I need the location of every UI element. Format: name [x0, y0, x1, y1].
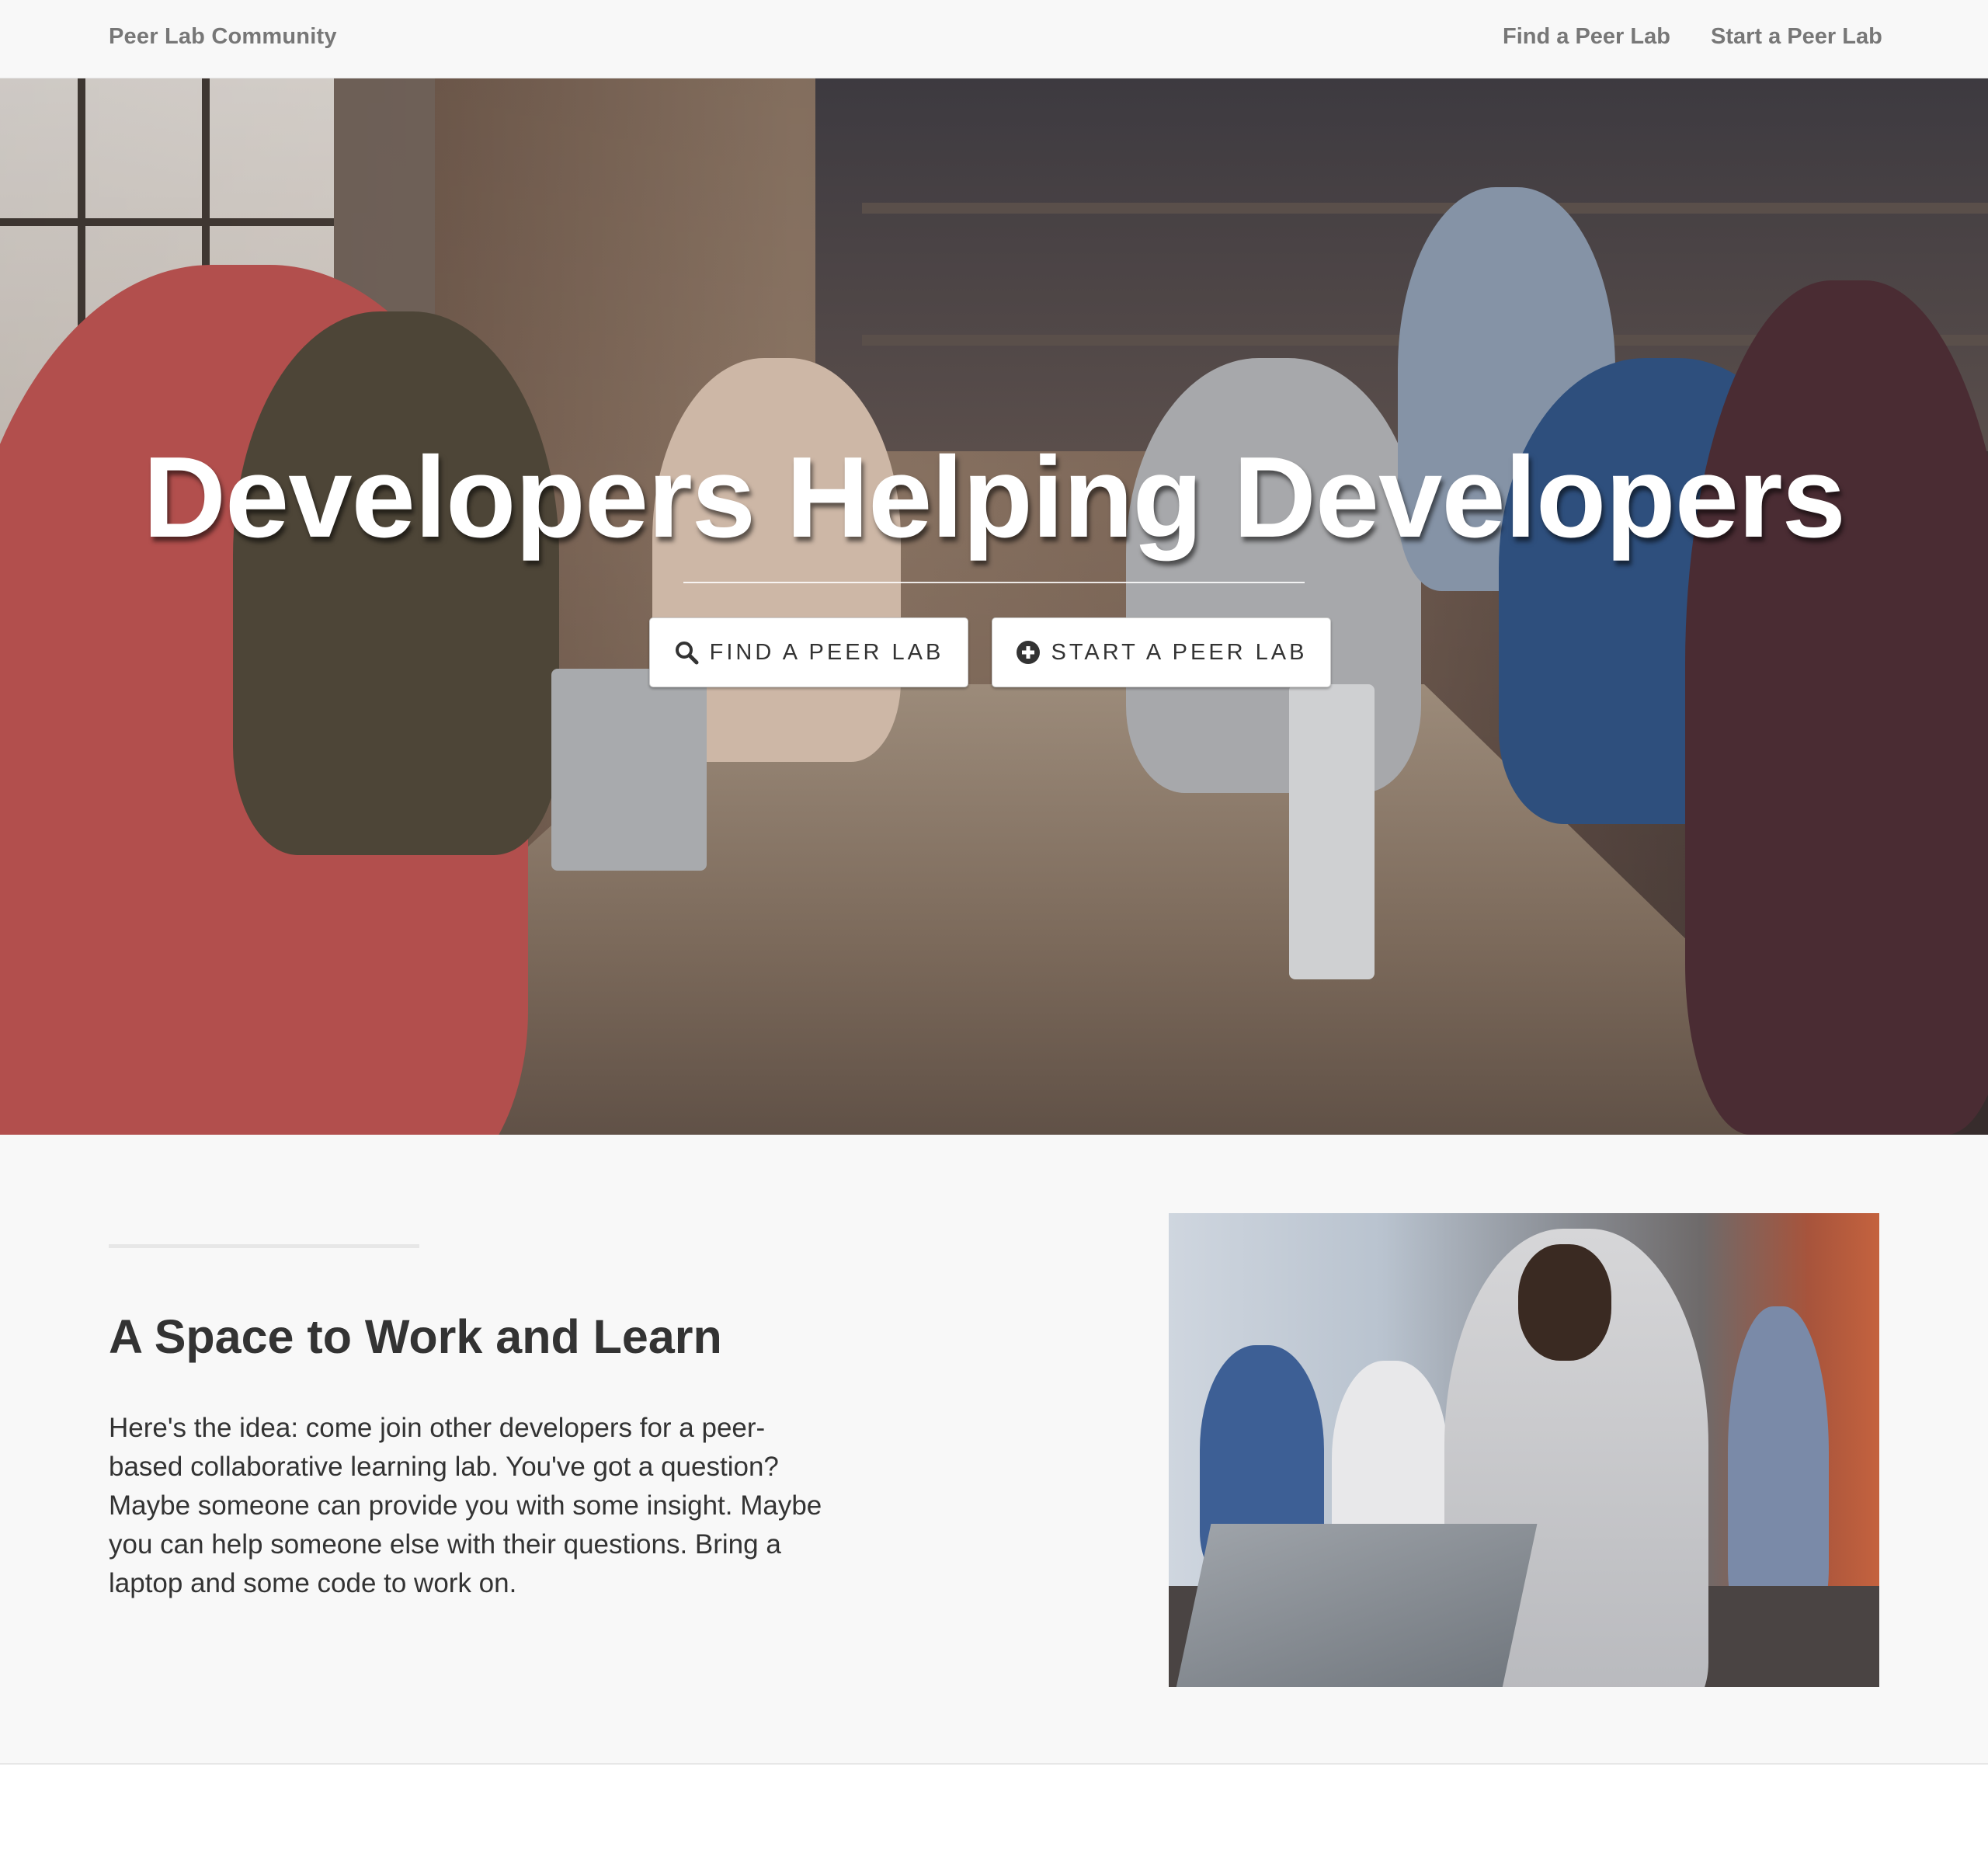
find-peer-lab-label: FIND A PEER LAB — [709, 639, 944, 665]
nav-start-peer-lab[interactable]: Start a Peer Lab — [1711, 24, 1882, 50]
start-peer-lab-label: START A PEER LAB — [1051, 639, 1308, 665]
find-peer-lab-button[interactable]: FIND A PEER LAB — [649, 617, 968, 687]
hero-laptop — [1289, 684, 1375, 979]
hero-laptop — [551, 669, 707, 871]
hero-section: Developers Helping Developers FIND A PEE… — [0, 78, 1988, 1135]
hero-person — [233, 311, 559, 855]
intro-section: A Space to Work and Learn Here's the ide… — [0, 1135, 1988, 1765]
hero-person — [1126, 358, 1421, 793]
photo-laptop — [1173, 1524, 1538, 1687]
nav-find-peer-lab[interactable]: Find a Peer Lab — [1503, 24, 1670, 50]
intro-photo — [1169, 1213, 1879, 1687]
hero-shelf — [862, 203, 1988, 214]
hero-person — [1685, 280, 1988, 1135]
start-peer-lab-button[interactable]: START A PEER LAB — [992, 617, 1331, 687]
hero-heading: Developers Helping Developers — [143, 433, 1846, 562]
brand-link[interactable]: Peer Lab Community — [109, 24, 337, 50]
section-body: Here's the idea: come join other develop… — [109, 1413, 822, 1598]
plus-circle-icon — [1016, 641, 1040, 664]
hero-divider — [683, 582, 1305, 583]
search-icon — [675, 642, 699, 665]
navbar: Peer Lab Community Find a Peer Lab Start… — [0, 0, 1988, 78]
photo-person-face — [1518, 1244, 1611, 1361]
photo-person — [1728, 1306, 1829, 1633]
section-title: A Space to Work and Learn — [109, 1310, 722, 1363]
section-divider — [109, 1244, 419, 1248]
